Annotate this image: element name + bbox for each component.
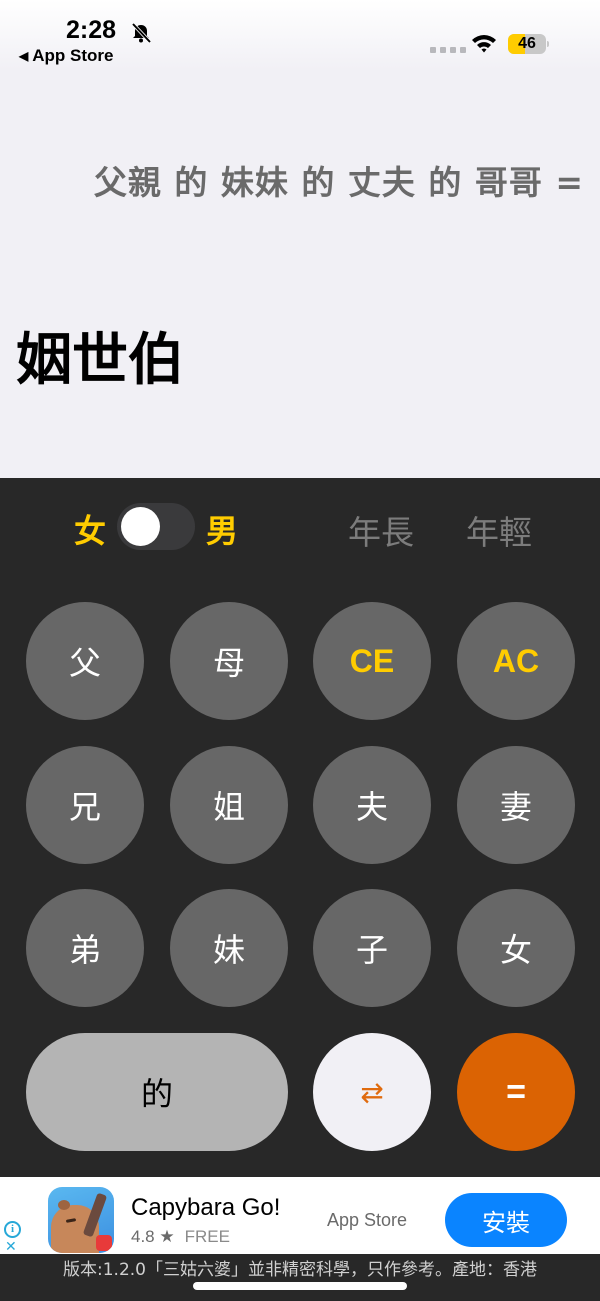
ad-app-title: Capybara Go!	[131, 1194, 281, 1221]
age-older-option[interactable]: 年長	[348, 506, 414, 554]
ad-store-label: App Store	[327, 1210, 408, 1230]
home-indicator[interactable]	[193, 1282, 407, 1290]
app-screen: 2:28 ◀ App Store 46 父親 的 妹妹 的 丈夫 的 哥哥 = 姻…	[0, 0, 600, 1301]
key-mother[interactable]: 母	[170, 602, 288, 720]
battery-level: 46	[518, 35, 536, 52]
silent-bell-icon	[131, 22, 152, 44]
battery-icon: 46	[508, 34, 546, 54]
ad-banner[interactable]: i ✕ Capybara Go! 4.8 ★ FREE App Store 安裝	[0, 1177, 600, 1254]
key-younger-brother[interactable]: 弟	[26, 889, 144, 1007]
key-younger-sister[interactable]: 妹	[170, 889, 288, 1007]
footer: 版本:1.2.0「三姑六婆」並非精密科學，只作參考。產地：香港	[0, 1254, 600, 1301]
key-clear-entry[interactable]: CE	[313, 602, 431, 720]
key-elder-sister[interactable]: 姐	[170, 746, 288, 864]
ad-close-icon[interactable]: ✕	[5, 1240, 17, 1254]
ad-rating-value: 4.8 ★	[131, 1227, 175, 1246]
key-father[interactable]: 父	[26, 602, 144, 720]
key-daughter[interactable]: 女	[457, 889, 575, 1007]
toggle-knob	[121, 507, 160, 546]
cellular-signal-icon	[430, 47, 466, 53]
version-disclaimer: 版本:1.2.0「三姑六婆」並非精密科學，只作參考。產地：香港	[63, 1260, 537, 1280]
key-all-clear[interactable]: AC	[457, 602, 575, 720]
key-of[interactable]: 的	[26, 1033, 288, 1151]
back-triangle-icon: ◀	[19, 49, 29, 63]
relation-result: 姻世伯	[16, 328, 184, 393]
battery-tip	[547, 41, 549, 47]
back-label: App Store	[32, 46, 114, 65]
swap-arrows-icon[interactable]: ⇄	[313, 1033, 431, 1151]
gender-toggle[interactable]	[117, 503, 195, 550]
back-to-app-store[interactable]: ◀ App Store	[19, 46, 113, 66]
key-wife[interactable]: 妻	[457, 746, 575, 864]
keypad: 女 男 年長 年輕 父 母 CE AC 兄 姐 夫 妻 弟 妹 子 女 的 ⇄ …	[0, 478, 600, 1177]
age-younger-option[interactable]: 年輕	[466, 506, 532, 554]
wifi-icon	[472, 35, 496, 53]
relation-expression: 父親 的 妹妹 的 丈夫 的 哥哥 =	[93, 163, 584, 202]
status-bar: 2:28 ◀ App Store 46	[0, 0, 600, 70]
key-elder-brother[interactable]: 兄	[26, 746, 144, 864]
key-equals[interactable]: =	[457, 1033, 575, 1151]
key-husband[interactable]: 夫	[313, 746, 431, 864]
gender-female-label: 女	[74, 512, 107, 550]
capybara-app-icon[interactable]	[48, 1187, 114, 1253]
ad-install-button[interactable]: 安裝	[445, 1193, 567, 1247]
status-time: 2:28	[66, 16, 117, 44]
key-son[interactable]: 子	[313, 889, 431, 1007]
gender-male-label: 男	[206, 512, 239, 550]
ad-rating: 4.8 ★ FREE	[131, 1227, 230, 1247]
ad-info-icon[interactable]: i	[4, 1221, 21, 1238]
ad-price: FREE	[184, 1227, 230, 1246]
